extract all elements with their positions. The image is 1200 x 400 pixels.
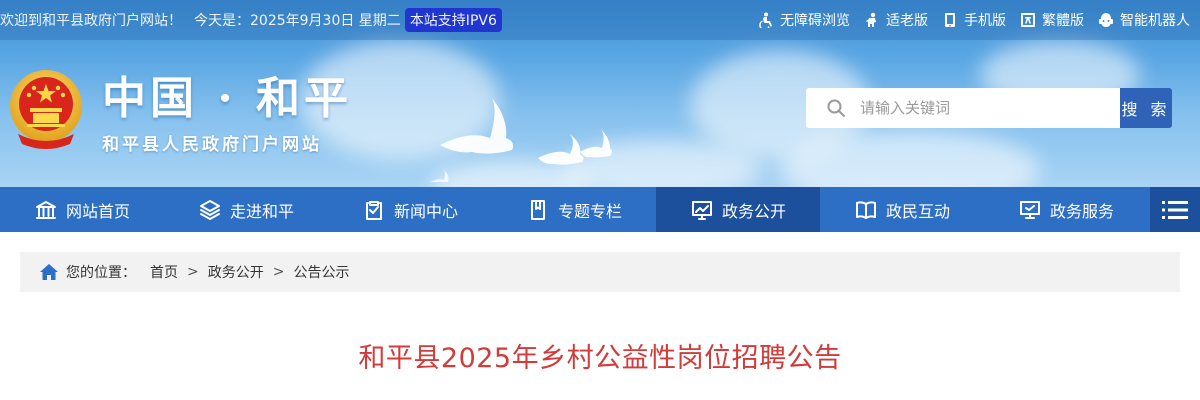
national-emblem-logo — [10, 70, 82, 149]
doves-illustration — [430, 98, 612, 182]
accessibility-icon — [759, 12, 772, 28]
robot-link[interactable]: 智能机器人 — [1098, 10, 1190, 30]
mobile-version-label: 手机版 — [964, 13, 1006, 29]
nav-label: 政民互动 — [885, 201, 950, 221]
nav-item-gov-affairs[interactable]: 政务公开 — [656, 187, 820, 232]
breadcrumb-home[interactable]: 首页 — [150, 262, 178, 282]
breadcrumb-separator: > — [187, 264, 199, 280]
article-title: 和平县2025年乡村公益性岗位招聘公告 — [358, 343, 842, 374]
elderly-mode-label: 适老版 — [886, 13, 928, 29]
nav-item-topics[interactable]: 专题专栏 — [492, 187, 656, 232]
home-icon — [40, 264, 58, 280]
nav-item-interaction[interactable]: 政民互动 — [820, 187, 984, 232]
monitor-icon — [1019, 200, 1040, 219]
robot-label: 智能机器人 — [1120, 13, 1190, 29]
menu-list-icon — [1162, 200, 1188, 219]
robot-icon — [1099, 13, 1113, 28]
welcome-text: 欢迎到和平县政府门户网站！ — [0, 13, 182, 29]
search-icon — [827, 99, 845, 117]
top-bar: 欢迎到和平县政府门户网站！ 今天是：2025年9月30日 星期二 本站支持IPV… — [0, 0, 1200, 40]
accessibility-label: 无障碍浏览 — [780, 13, 850, 29]
chart-board-icon — [691, 200, 712, 220]
nav-item-news[interactable]: 新闻中心 — [328, 187, 492, 232]
breadcrumb-separator: > — [272, 264, 285, 280]
search-button[interactable]: 搜 索 — [1120, 88, 1172, 128]
nav-label: 网站首页 — [65, 201, 130, 221]
search-bar: 搜 索 — [806, 88, 1172, 128]
main-nav: 网站首页 走进和平 新闻中心 专题专栏 政务公开 政民互动 政务服务 — [0, 187, 1200, 232]
news-clipboard-icon — [365, 200, 382, 220]
traditional-chinese-label: 繁體版 — [1042, 13, 1084, 29]
header-banner: 欢迎到和平县政府门户网站！ 今天是：2025年9月30日 星期二 本站支持IPV… — [0, 0, 1200, 187]
breadcrumb-announcements[interactable]: 公告公示 — [293, 262, 349, 282]
nav-label: 新闻中心 — [393, 201, 458, 221]
breadcrumb-lead: 您的位置： — [66, 265, 136, 281]
today-date: 今天是：2025年9月30日 星期二 — [194, 13, 401, 29]
mobile-icon — [945, 13, 955, 27]
nav-item-services[interactable]: 政务服务 — [984, 187, 1148, 232]
breadcrumb: 您的位置： 首页 > 政务公开 > 公告公示 — [20, 252, 1180, 292]
nav-item-home[interactable]: 网站首页 — [0, 187, 164, 232]
breadcrumb-gov-affairs[interactable]: 政务公开 — [208, 262, 264, 282]
elderly-icon — [866, 12, 876, 27]
open-book-icon — [855, 200, 876, 219]
site-subtitle: 和平县人民政府门户网站 — [102, 135, 322, 155]
ipv6-badge[interactable]: 本站支持IPV6 — [404, 8, 502, 32]
site-title: 中国 · 和平 — [102, 73, 352, 124]
search-box — [806, 88, 1120, 128]
search-input[interactable] — [860, 99, 1100, 117]
top-links: 无障碍浏览 适老版 手机版 繁體版 智能机器人 — [758, 10, 1190, 30]
traditional-chinese-icon — [1021, 13, 1035, 27]
nav-item-about[interactable]: 走进和平 — [164, 187, 328, 232]
nav-label: 走进和平 — [229, 201, 294, 221]
nav-more-button[interactable] — [1150, 187, 1200, 232]
layers-icon — [199, 199, 220, 220]
traditional-chinese-link[interactable]: 繁體版 — [1020, 10, 1084, 30]
nav-label: 政务公开 — [721, 201, 786, 221]
bookmark-icon — [530, 199, 545, 220]
nav-label: 政务服务 — [1049, 201, 1114, 221]
nav-label: 专题专栏 — [557, 201, 622, 221]
elderly-mode-link[interactable]: 适老版 — [864, 10, 928, 30]
building-icon — [35, 200, 56, 219]
welcome-message: 欢迎到和平县政府门户网站！ 今天是：2025年9月30日 星期二 本站支持IPV… — [0, 8, 502, 32]
mobile-version-link[interactable]: 手机版 — [942, 10, 1006, 30]
accessibility-link[interactable]: 无障碍浏览 — [758, 10, 850, 30]
